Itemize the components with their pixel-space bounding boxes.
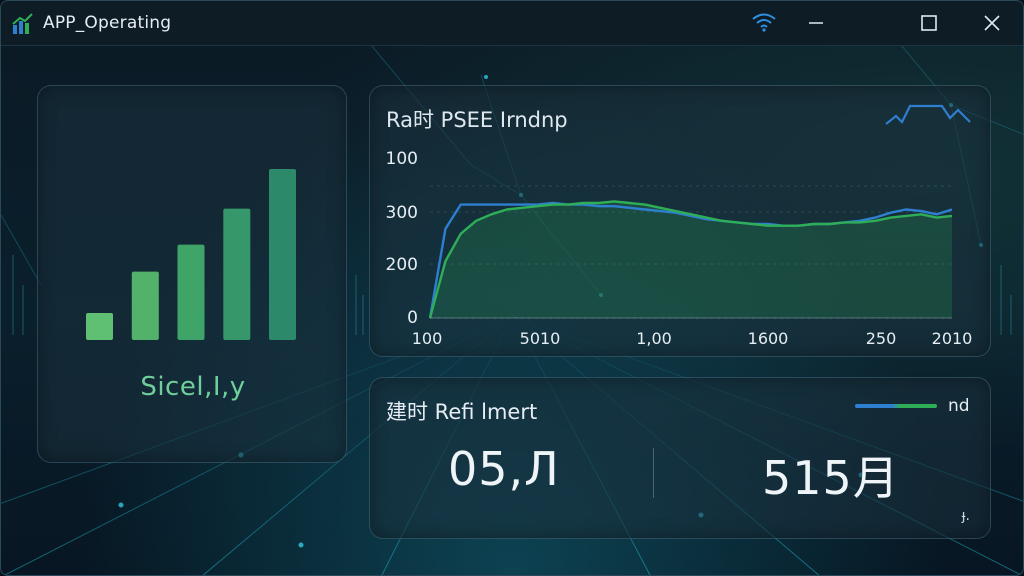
y-tick-label: 300 — [386, 203, 418, 223]
sparkline-icon — [885, 104, 971, 125]
app-window: APP_Operating Sicel,I,y 100 300 200 0 100 501… — [0, 0, 1024, 576]
bar-5 — [269, 169, 296, 340]
y-tick-label: 0 — [407, 308, 418, 328]
wifi-icon[interactable] — [751, 11, 777, 33]
metric-value-right: 515月 — [762, 451, 900, 505]
maximize-button[interactable] — [912, 9, 946, 37]
x-tick-label: 5010 — [520, 329, 561, 348]
title-bar: APP_Operating — [1, 1, 1023, 46]
x-tick-label: 2010 — [932, 329, 973, 348]
chart-title: Ra时 PSEE Irndnp — [386, 108, 568, 132]
window-title: APP_Operating — [43, 13, 172, 33]
minimize-icon — [809, 22, 823, 24]
x-tick-label: 1600 — [748, 329, 789, 348]
close-button[interactable] — [975, 9, 1009, 37]
y-tick-label: 100 — [386, 149, 418, 169]
app-chart-icon — [12, 13, 33, 34]
x-tick-label: 250 — [866, 329, 897, 348]
close-icon — [984, 15, 1000, 31]
bar-3 — [177, 244, 205, 340]
trend-chart-panel[interactable]: 100 300 200 0 100 5010 1,00 1600 250 2010 Ra时 PSE… — [369, 85, 991, 357]
bar-1 — [86, 313, 113, 340]
bar-4 — [223, 208, 251, 340]
y-tick-label: 200 — [386, 255, 418, 275]
summary-panel[interactable]: 建时 Refi lmert nd 05,Л 515月 ɟ. — [369, 377, 991, 539]
panel-label: Sicel,I,y — [140, 372, 246, 402]
value-divider — [653, 448, 654, 498]
corner-mark: ɟ. — [961, 508, 970, 524]
maximize-icon — [921, 15, 937, 31]
legend-label: nd — [948, 396, 970, 416]
minimize-button[interactable] — [799, 9, 833, 37]
x-tick-label: 100 — [412, 329, 443, 348]
summary-title: 建时 Refi lmert — [386, 400, 538, 424]
bar-2 — [131, 271, 159, 340]
legend-line — [855, 404, 937, 408]
x-tick-label: 1,00 — [636, 329, 672, 348]
stats-panel[interactable]: Sicel,I,y — [37, 85, 347, 463]
metric-value-left: 05,Л — [448, 442, 560, 496]
